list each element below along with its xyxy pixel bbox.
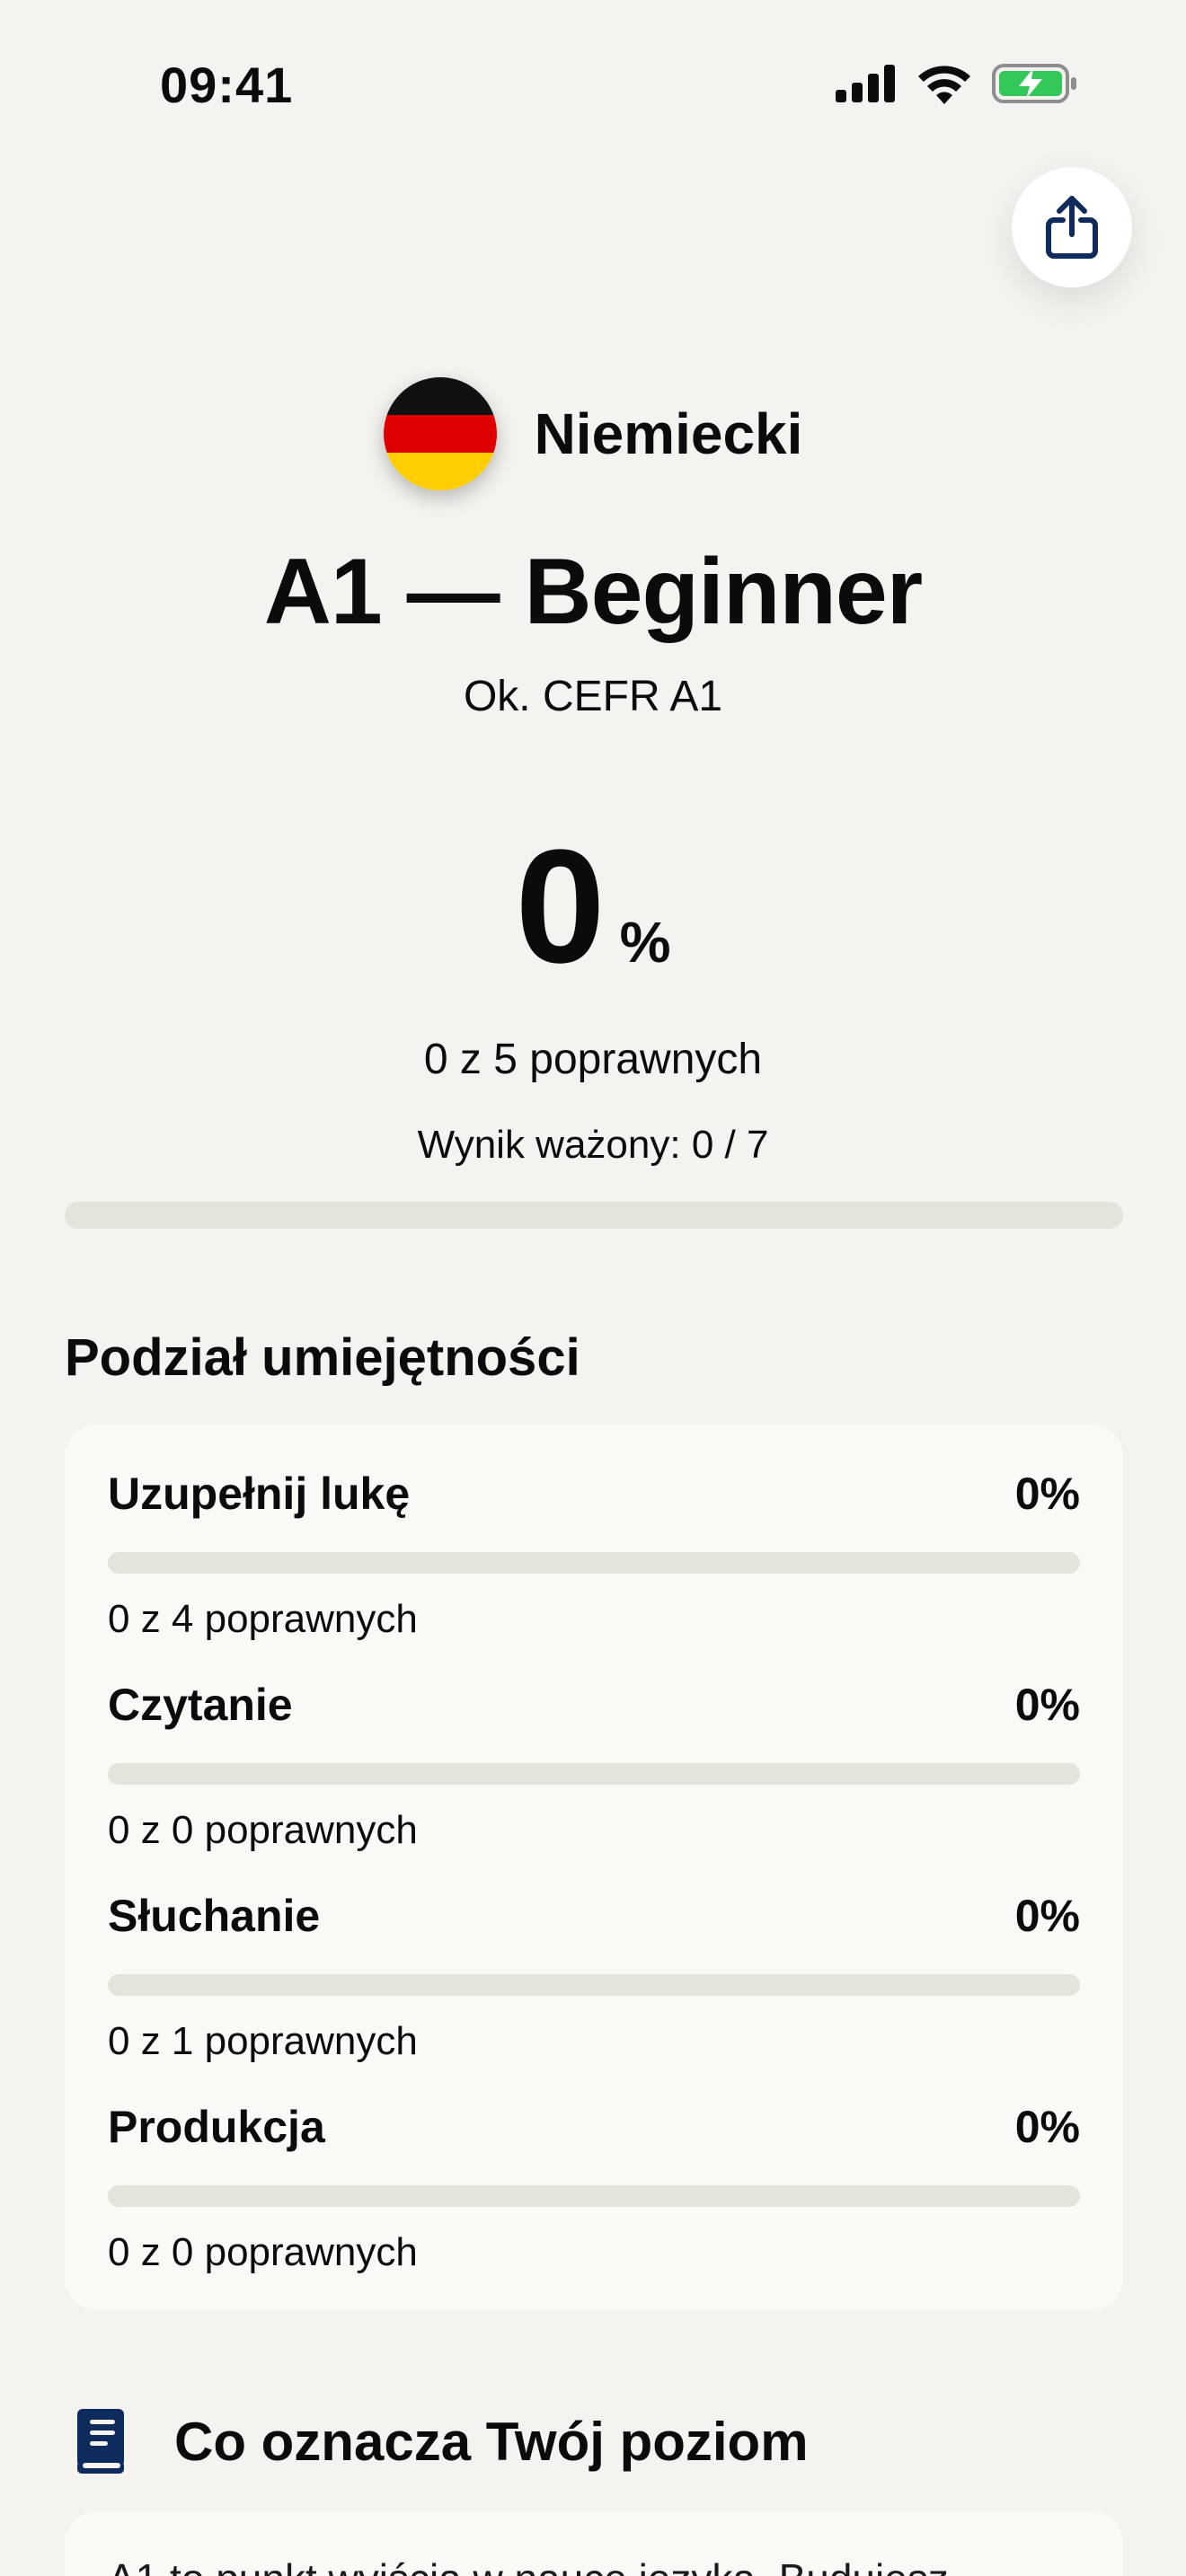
share-icon: [1046, 196, 1098, 259]
level-cefr: Ok. CEFR A1: [463, 673, 723, 720]
skill-count: 0 z 0 poprawnych: [108, 1808, 418, 1852]
level-meaning-text: A1 to punkt wyjścia w nauce języka. Budu…: [108, 2553, 1087, 2576]
skill-name: Czytanie: [108, 1680, 293, 1730]
wifi-icon: [918, 66, 970, 104]
score-display: 0 %: [0, 826, 1186, 988]
score-unit: %: [619, 910, 671, 975]
skill-percent: 0%: [1014, 2102, 1080, 2152]
battery-charging-icon: [992, 64, 1076, 103]
germany-flag-icon: [383, 377, 497, 490]
skill-item: Uzupełnij lukę 0% 0 z 4 poprawnych: [108, 1462, 1080, 1642]
overall-progress-bar: [65, 1202, 1123, 1229]
signal-icon: [836, 65, 895, 102]
level-title: A1 — Beginner: [263, 540, 923, 644]
language-row: Niemiecki: [0, 377, 1186, 490]
skill-progress-bar: [108, 2185, 1080, 2207]
skill-count: 0 z 0 poprawnych: [108, 2230, 418, 2274]
skills-card: Uzupełnij lukę 0% 0 z 4 poprawnych Czyta…: [65, 1425, 1123, 2310]
weighted-score: Wynik ważony: 0 / 7: [417, 1123, 769, 1167]
language-name: Niemiecki: [534, 401, 803, 466]
share-button[interactable]: [1012, 167, 1132, 287]
level-meaning-title: Co oznacza Twój poziom: [174, 2411, 809, 2472]
book-icon: [77, 2409, 124, 2474]
skill-progress-bar: [108, 1552, 1080, 1574]
skill-item: Produkcja 0% 0 z 0 poprawnych: [108, 2095, 1080, 2275]
correct-count: 0 z 5 poprawnych: [423, 1036, 763, 1083]
score-value: 0: [515, 816, 606, 997]
skill-progress-bar: [108, 1763, 1080, 1785]
skill-count: 0 z 1 poprawnych: [108, 2019, 418, 2063]
level-meaning-card: A1 to punkt wyjścia w nauce języka. Budu…: [65, 2511, 1123, 2576]
status-time: 09:41: [160, 57, 294, 113]
skill-percent: 0%: [1014, 1469, 1080, 1519]
skill-percent: 0%: [1014, 1891, 1080, 1941]
skill-item: Czytanie 0% 0 z 0 poprawnych: [108, 1673, 1080, 1853]
skill-item: Słuchanie 0% 0 z 1 poprawnych: [108, 1884, 1080, 2064]
skill-name: Uzupełnij lukę: [108, 1469, 411, 1519]
status-icons: [836, 63, 1078, 104]
skill-name: Słuchanie: [108, 1891, 321, 1941]
skill-name: Produkcja: [108, 2102, 325, 2152]
skill-progress-bar: [108, 1974, 1080, 1996]
status-bar: 09:41: [0, 0, 1186, 171]
skill-percent: 0%: [1014, 1680, 1080, 1730]
level-meaning-header: Co oznacza Twój poziom: [74, 2407, 809, 2475]
skills-section-title: Podział umiejętności: [65, 1328, 580, 1387]
skill-count: 0 z 4 poprawnych: [108, 1597, 418, 1641]
